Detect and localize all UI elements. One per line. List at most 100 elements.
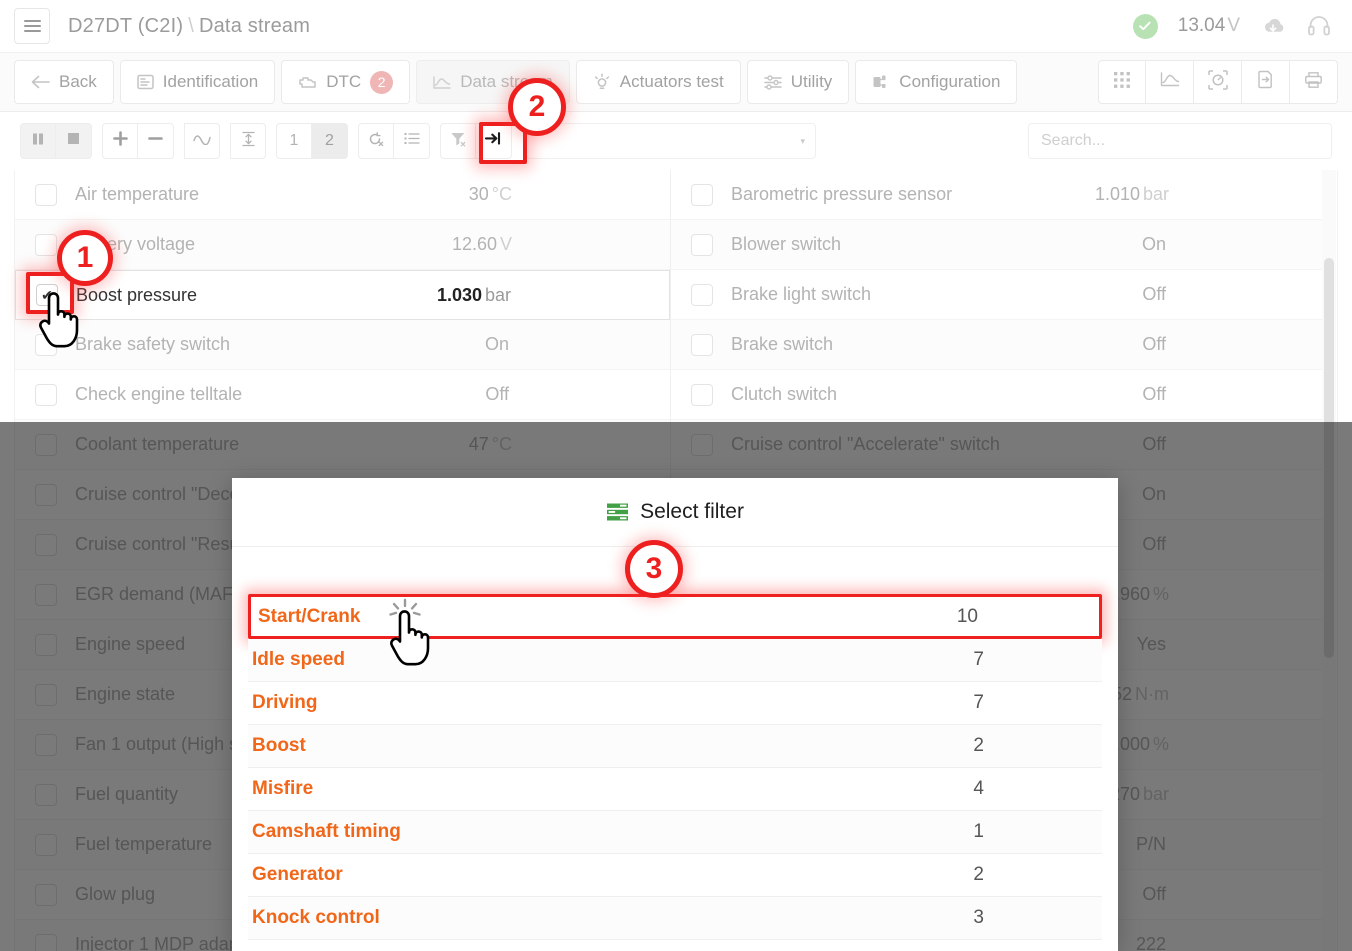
filter-item-name: Boost (252, 735, 306, 757)
battery-voltage-readout: 13.04V (1178, 15, 1240, 37)
gauge-view-button[interactable] (1194, 60, 1242, 104)
bulb-icon (593, 73, 611, 91)
row-value-number: Off (1142, 284, 1166, 304)
data-row[interactable]: Clutch switchOff (671, 370, 1327, 420)
filter-item-count: 2 (973, 864, 1098, 886)
row-checkbox[interactable] (35, 184, 57, 206)
export-button[interactable] (1242, 60, 1290, 104)
row-label: Brake light switch (731, 284, 871, 305)
stop-button[interactable] (56, 123, 92, 159)
data-row[interactable]: Boost pressure 1.030bar (15, 270, 670, 320)
grid-view-button[interactable] (1098, 60, 1146, 104)
graph-view-button[interactable] (1146, 60, 1194, 104)
tab-dtc[interactable]: DTC 2 (281, 60, 410, 104)
data-row[interactable]: Air temperature30°C (15, 170, 670, 220)
row-label: Air temperature (75, 184, 199, 205)
breadcrumb-page: Data stream (199, 15, 310, 37)
gauge-view-icon (1208, 70, 1228, 95)
row-value-number: 12.60 (452, 234, 497, 254)
dialog-title: Select filter (640, 500, 744, 524)
row-value-number: On (485, 334, 509, 354)
list-button[interactable] (394, 123, 430, 159)
filter-list-item[interactable]: Boost 2 (248, 725, 1102, 768)
collapse-rows-icon (241, 131, 256, 152)
hamburger-icon (24, 17, 41, 35)
row-checkbox[interactable] (691, 384, 713, 406)
pause-icon (31, 132, 45, 151)
row-checkbox[interactable] (691, 334, 713, 356)
filter-list-item[interactable]: Catalytic converter4 (248, 940, 1102, 951)
tab-actuators-test[interactable]: Actuators test (576, 60, 741, 104)
filter-list-item[interactable]: Misfire4 (248, 768, 1102, 811)
headset-icon[interactable] (1306, 13, 1332, 39)
waveform-button[interactable] (184, 123, 220, 159)
graph-button-group (184, 123, 220, 159)
filter-item-count: 2 (973, 735, 1098, 757)
add-button[interactable] (102, 123, 138, 159)
data-row[interactable]: Blower switchOn (671, 220, 1327, 270)
zoom-button-group (102, 123, 174, 159)
row-value-number: Off (1142, 334, 1166, 354)
tab-utility[interactable]: Utility (747, 60, 850, 104)
row-value: Off (1142, 284, 1309, 305)
search-placeholder: Search... (1041, 132, 1105, 150)
page-1-label: 1 (290, 132, 299, 150)
data-row[interactable]: Brake safety switchOn (15, 320, 670, 370)
filter-list-item[interactable]: Camshaft timing1 (248, 811, 1102, 854)
print-icon (1304, 71, 1323, 94)
row-value-number: 1.030 (437, 285, 482, 305)
row-checkbox[interactable] (35, 234, 57, 256)
filter-list-item[interactable]: Driving7 (248, 682, 1102, 725)
clear-filter-button[interactable] (440, 123, 476, 159)
page-2-button[interactable]: 2 (312, 123, 348, 159)
filter-list-item[interactable]: Idle speed7 (248, 639, 1102, 682)
voltage-unit: V (1227, 15, 1240, 36)
row-value-number: Off (1142, 384, 1166, 404)
data-row[interactable]: Barometric pressure sensor1.010bar (671, 170, 1327, 220)
row-value-unit: V (500, 234, 512, 254)
data-row[interactable]: Brake light switch Off (671, 270, 1327, 320)
row-value: Off (1142, 384, 1309, 405)
row-value: 1.030bar (437, 285, 651, 306)
filter-list-item[interactable]: Start/Crank10 (248, 594, 1102, 639)
tab-utility-label: Utility (791, 72, 833, 92)
print-button[interactable] (1290, 60, 1338, 104)
tab-identification[interactable]: Identification (120, 60, 275, 104)
data-row[interactable]: Battery voltage12.60V (15, 220, 670, 270)
search-input[interactable]: Search... (1028, 123, 1332, 159)
annotation-1-number: 1 (77, 241, 94, 275)
collapse-rows-button[interactable] (230, 123, 266, 159)
filter-select-dropdown[interactable]: ▾ (526, 123, 816, 159)
row-checkbox[interactable] (691, 184, 713, 206)
data-row[interactable]: Brake switchOff (671, 320, 1327, 370)
clear-recording-button[interactable] (358, 123, 394, 159)
filter-item-name: Camshaft timing (252, 821, 401, 843)
row-checkbox[interactable] (35, 384, 57, 406)
row-label: Check engine telltale (75, 384, 242, 405)
row-label: Barometric pressure sensor (731, 184, 952, 205)
page-1-button[interactable]: 1 (276, 123, 312, 159)
list-card-icon (137, 74, 154, 90)
cloud-download-icon[interactable] (1260, 16, 1286, 36)
list-icon (404, 132, 420, 150)
row-checkbox[interactable] (691, 234, 713, 256)
menu-button[interactable] (14, 8, 50, 44)
row-value-number: On (1142, 234, 1166, 254)
remove-button[interactable] (138, 123, 174, 159)
stop-icon (67, 132, 80, 150)
row-value-unit: bar (1143, 184, 1169, 204)
tab-back[interactable]: Back (14, 60, 114, 104)
tab-configuration[interactable]: Configuration (855, 60, 1017, 104)
dtc-count-badge: 2 (370, 71, 393, 94)
filter-item-count: 7 (973, 692, 1098, 714)
chevron-down-icon: ▾ (800, 136, 805, 147)
data-row[interactable]: Check engine telltaleOff (15, 370, 670, 420)
filter-list-item[interactable]: Knock control3 (248, 897, 1102, 940)
row-label: Boost pressure (76, 285, 197, 306)
wave-icon (193, 132, 211, 150)
pause-button[interactable] (20, 123, 56, 159)
filter-item-name: Idle speed (252, 649, 345, 671)
mouse-cursor-3 (389, 610, 435, 666)
row-checkbox[interactable] (691, 284, 713, 306)
filter-list-item[interactable]: Generator2 (248, 854, 1102, 897)
